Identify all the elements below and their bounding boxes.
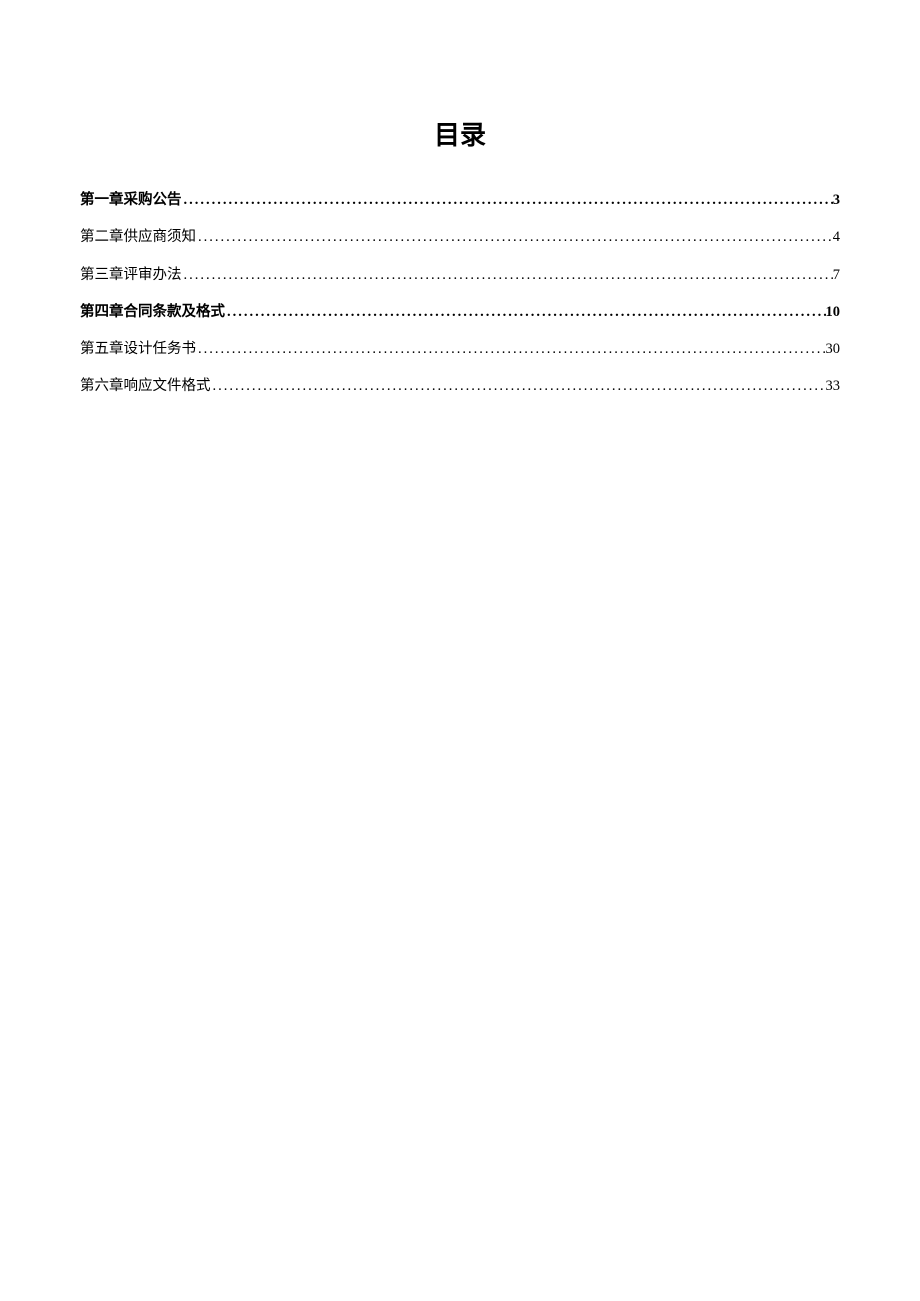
- toc-leader-dots: [211, 376, 826, 396]
- toc-leader-dots: [196, 339, 826, 359]
- toc-entry-page: 7: [833, 265, 840, 285]
- toc-entry-page: 33: [826, 376, 841, 396]
- toc-entry-page: 30: [826, 339, 841, 359]
- toc-entry-label: 第二章供应商须知: [80, 227, 196, 247]
- toc-entry-label: 第一章采购公告: [80, 190, 182, 210]
- toc-entry-label: 第三章评审办法: [80, 265, 182, 285]
- toc-entry-label: 第六章响应文件格式: [80, 376, 211, 396]
- toc-entry-chapter-6[interactable]: 第六章响应文件格式 33: [80, 376, 840, 396]
- toc-entry-page: 3: [833, 190, 840, 210]
- toc-leader-dots: [182, 190, 833, 210]
- toc-entry-page: 4: [833, 227, 840, 247]
- toc-entry-chapter-2[interactable]: 第二章供应商须知 4: [80, 227, 840, 247]
- toc-entry-page: 10: [826, 302, 841, 322]
- toc-leader-dots: [182, 265, 833, 285]
- toc-entry-chapter-1[interactable]: 第一章采购公告 3: [80, 190, 840, 210]
- document-page: 目录 第一章采购公告 3 第二章供应商须知 4 第三章评审办法 7 第四章合同条…: [0, 0, 920, 494]
- toc-leader-dots: [196, 227, 833, 247]
- toc-entry-label: 第四章合同条款及格式: [80, 302, 225, 322]
- toc-entry-label: 第五章设计任务书: [80, 339, 196, 359]
- toc-entry-chapter-3[interactable]: 第三章评审办法 7: [80, 265, 840, 285]
- toc-entry-chapter-4[interactable]: 第四章合同条款及格式 10: [80, 302, 840, 322]
- toc-entry-chapter-5[interactable]: 第五章设计任务书 30: [80, 339, 840, 359]
- toc-title: 目录: [80, 115, 840, 152]
- table-of-contents: 第一章采购公告 3 第二章供应商须知 4 第三章评审办法 7 第四章合同条款及格…: [80, 190, 840, 397]
- toc-leader-dots: [225, 302, 826, 322]
